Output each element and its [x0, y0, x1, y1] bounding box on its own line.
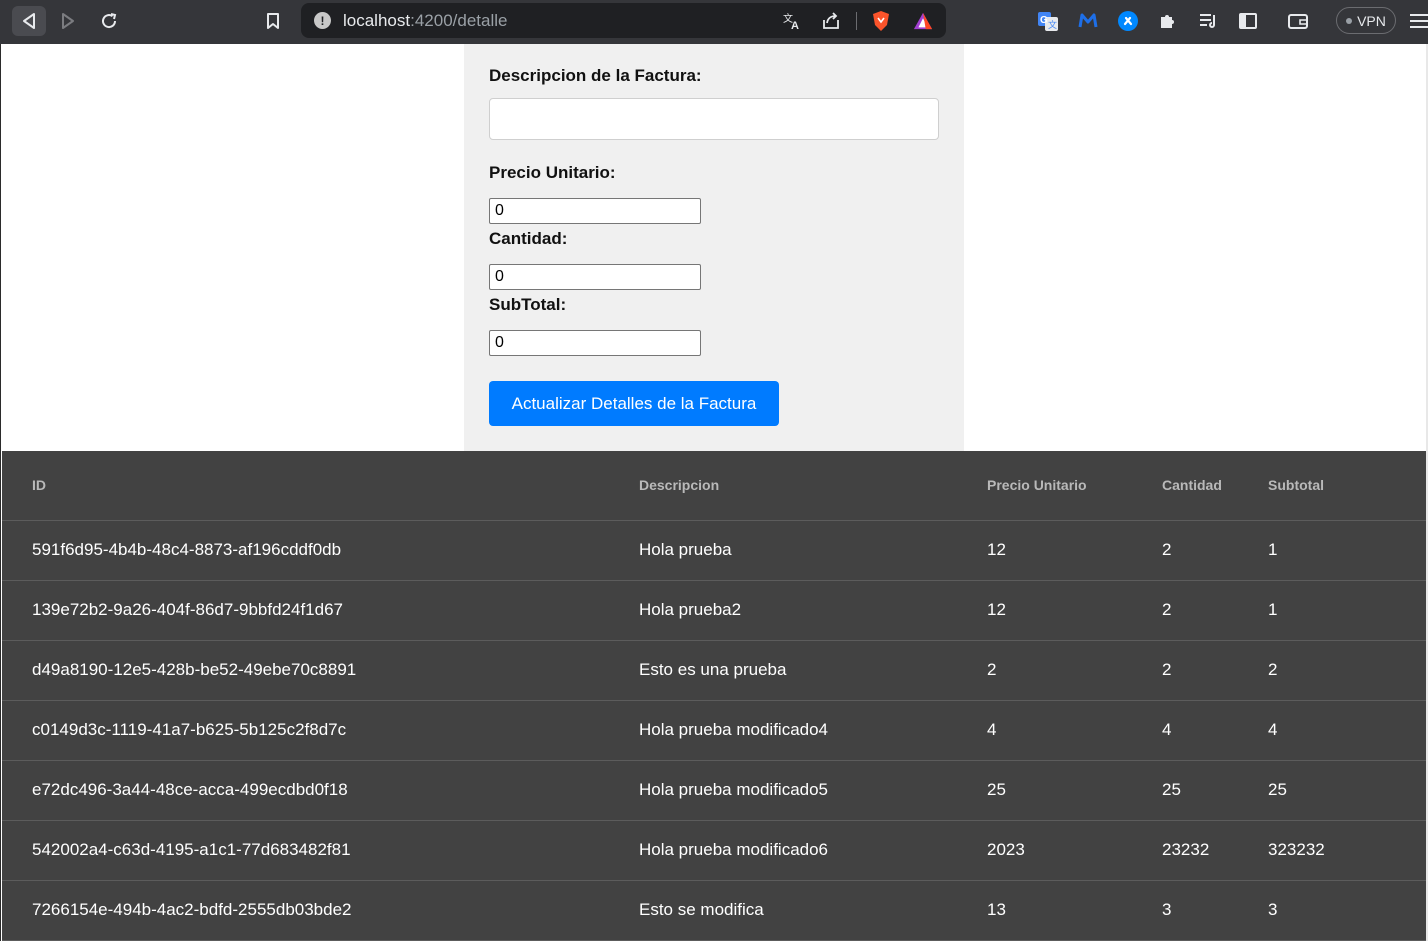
vpn-status-dot: [1346, 17, 1353, 24]
cell-precio-unitario: 2023: [987, 820, 1162, 881]
header-descripcion[interactable]: Descripcion: [639, 451, 987, 521]
cell-subtotal: 25: [1268, 760, 1426, 821]
cell-id: 7266154e-494b-4ac2-bdfd-2555db03bde2: [2, 880, 639, 941]
cell-cantidad: 3: [1162, 880, 1268, 941]
cell-id: 542002a4-c63d-4195-a1c1-77d683482f81: [2, 820, 639, 881]
table-row[interactable]: c0149d3c-1119-41a7-b625-5b125c2f8d7c Hol…: [2, 700, 1426, 761]
address-bar[interactable]: ! localhost:4200/detalle 文A: [301, 3, 946, 38]
back-button[interactable]: [12, 6, 46, 36]
svg-text:A: A: [791, 20, 799, 31]
cell-precio-unitario: 12: [987, 580, 1162, 641]
cell-precio-unitario: 2: [987, 640, 1162, 701]
cell-precio-unitario: 25: [987, 760, 1162, 821]
cell-precio-unitario: 13: [987, 880, 1162, 941]
bookmark-button[interactable]: [256, 6, 290, 36]
cell-cantidad: 23232: [1162, 820, 1268, 881]
cell-descripcion: Hola prueba modificado5: [639, 760, 987, 821]
brave-shields-icon[interactable]: [871, 11, 891, 31]
url-path: :4200/detalle: [410, 11, 508, 30]
cell-cantidad: 2: [1162, 520, 1268, 581]
table-row[interactable]: 591f6d95-4b4b-48c4-8873-af196cddf0db Hol…: [2, 520, 1426, 581]
header-subtotal[interactable]: Subtotal: [1268, 451, 1426, 521]
playlist-icon[interactable]: [1197, 10, 1219, 32]
table-row[interactable]: 542002a4-c63d-4195-a1c1-77d683482f81 Hol…: [2, 820, 1426, 881]
extensions-puzzle-icon[interactable]: [1157, 10, 1179, 32]
precio-unitario-label: Precio Unitario:: [489, 163, 616, 182]
actualizar-detalles-button[interactable]: Actualizar Detalles de la Factura: [489, 381, 779, 426]
descripcion-input[interactable]: [489, 98, 939, 140]
svg-text:G: G: [1040, 15, 1048, 26]
table-row[interactable]: 7266154e-494b-4ac2-bdfd-2555db03bde2 Est…: [2, 880, 1426, 941]
cell-descripcion: Esto se modifica: [639, 880, 987, 941]
url-host: localhost: [343, 11, 411, 30]
detalles-table: ID Descripcion Precio Unitario Cantidad …: [2, 451, 1426, 941]
vpn-button[interactable]: VPN: [1336, 7, 1396, 34]
subtotal-input[interactable]: [489, 330, 701, 356]
cell-subtotal: 1: [1268, 520, 1426, 581]
malwarebytes-extension-icon[interactable]: [1077, 10, 1099, 32]
cell-id: 139e72b2-9a26-404f-86d7-9bbfd24f1d67: [2, 580, 639, 641]
precio-unitario-input[interactable]: [489, 198, 701, 224]
bookmark-icon: [267, 13, 279, 29]
page-content: Descripcion de la Factura: Precio Unitar…: [0, 44, 1428, 941]
url-separator: [856, 12, 857, 30]
vpn-label: VPN: [1357, 12, 1386, 29]
browser-toolbar: ! localhost:4200/detalle 文A G文 VPN: [0, 0, 1428, 44]
cell-cantidad: 4: [1162, 700, 1268, 761]
wallet-icon[interactable]: [1287, 10, 1309, 32]
cell-subtotal: 323232: [1268, 820, 1426, 881]
cell-cantidad: 2: [1162, 640, 1268, 701]
cell-subtotal: 4: [1268, 700, 1426, 761]
translate-icon[interactable]: 文A: [782, 11, 802, 31]
cell-subtotal: 1: [1268, 580, 1426, 641]
cell-id: d49a8190-12e5-428b-be52-49ebe70c8891: [2, 640, 639, 701]
cell-precio-unitario: 4: [987, 700, 1162, 761]
cell-subtotal: 2: [1268, 640, 1426, 701]
cell-precio-unitario: 12: [987, 520, 1162, 581]
cell-id: 591f6d95-4b4b-48c4-8873-af196cddf0db: [2, 520, 639, 581]
cell-descripcion: Hola prueba: [639, 520, 987, 581]
shazam-extension-icon[interactable]: [1117, 10, 1139, 32]
forward-button[interactable]: [51, 6, 85, 36]
brave-rewards-icon[interactable]: [913, 11, 933, 31]
header-id[interactable]: ID: [2, 451, 639, 521]
cantidad-input[interactable]: [489, 264, 701, 290]
sidebar-toggle-icon[interactable]: [1237, 10, 1259, 32]
detalles-table-container: ID Descripcion Precio Unitario Cantidad …: [2, 451, 1426, 941]
svg-text:文: 文: [1048, 19, 1057, 30]
forward-icon: [62, 13, 74, 29]
site-info-icon[interactable]: !: [314, 12, 331, 29]
cell-descripcion: Esto es una prueba: [639, 640, 987, 701]
browser-menu-icon[interactable]: [1410, 10, 1428, 37]
descripcion-label: Descripcion de la Factura:: [489, 66, 702, 85]
table-row[interactable]: 139e72b2-9a26-404f-86d7-9bbfd24f1d67 Hol…: [2, 580, 1426, 641]
reload-button[interactable]: [92, 6, 126, 36]
google-translate-extension-icon[interactable]: G文: [1037, 10, 1059, 32]
cell-cantidad: 25: [1162, 760, 1268, 821]
cell-cantidad: 2: [1162, 580, 1268, 641]
table-row[interactable]: d49a8190-12e5-428b-be52-49ebe70c8891 Est…: [2, 640, 1426, 701]
subtotal-label: SubTotal:: [489, 295, 567, 314]
cell-descripcion: Hola prueba modificado6: [639, 820, 987, 881]
table-header-row: ID Descripcion Precio Unitario Cantidad …: [2, 451, 1426, 521]
share-icon[interactable]: [821, 11, 841, 31]
cell-subtotal: 3: [1268, 880, 1426, 941]
cell-descripcion: Hola prueba modificado4: [639, 700, 987, 761]
back-icon: [23, 13, 35, 29]
cantidad-label: Cantidad:: [489, 229, 568, 248]
reload-icon: [102, 13, 117, 29]
header-cantidad[interactable]: Cantidad: [1162, 451, 1268, 521]
header-precio-unitario[interactable]: Precio Unitario: [987, 451, 1162, 521]
invoice-detail-form: Descripcion de la Factura: Precio Unitar…: [464, 44, 964, 451]
cell-id: e72dc496-3a44-48ce-acca-499ecdbd0f18: [2, 760, 639, 821]
cell-descripcion: Hola prueba2: [639, 580, 987, 641]
cell-id: c0149d3c-1119-41a7-b625-5b125c2f8d7c: [2, 700, 639, 761]
table-row[interactable]: e72dc496-3a44-48ce-acca-499ecdbd0f18 Hol…: [2, 760, 1426, 821]
url-text[interactable]: localhost:4200/detalle: [343, 11, 507, 31]
